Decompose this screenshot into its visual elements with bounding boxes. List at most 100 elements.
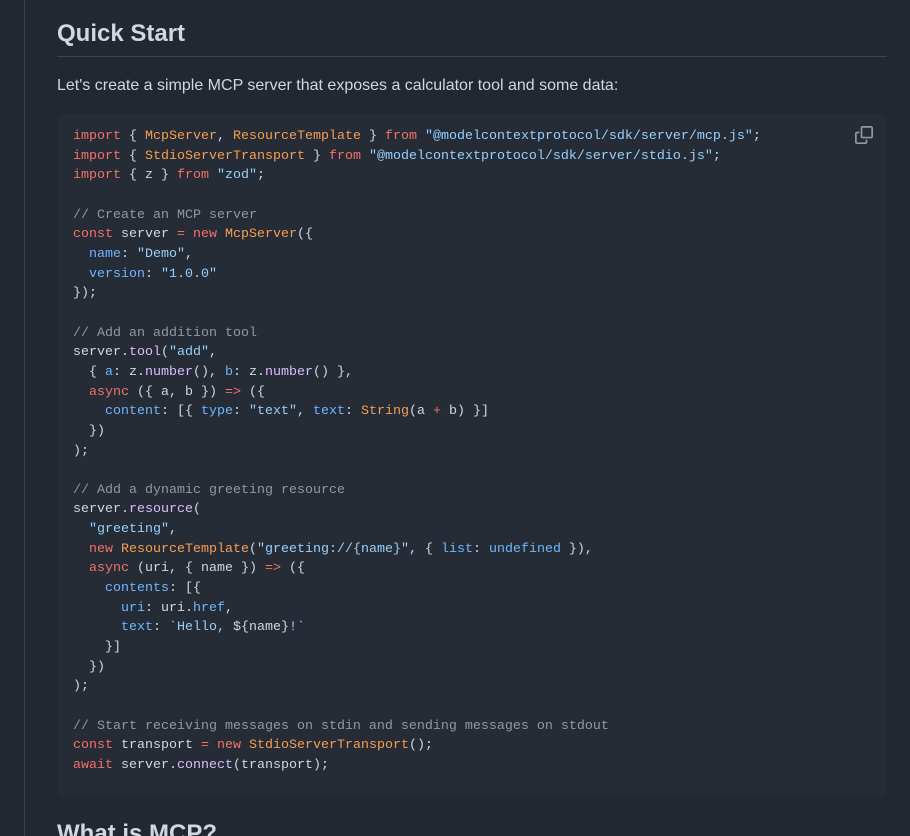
code-token-string: "add"	[169, 345, 209, 361]
copy-button[interactable]	[855, 126, 873, 144]
code-token-keyword: async	[89, 384, 129, 400]
code-token-const: type	[201, 404, 233, 420]
code-token-plain: (uri, { name })	[129, 561, 265, 577]
code-token-plain: ;	[752, 129, 761, 144]
code-token-keyword: import	[73, 168, 121, 184]
code-line: name: "Demo",	[73, 245, 761, 265]
code-token-plain: }	[304, 148, 329, 164]
code-line: });	[73, 284, 761, 304]
code-token-const: list	[440, 541, 473, 557]
code-line: uri: uri.href,	[73, 599, 761, 619]
code-token-plain: );	[73, 679, 89, 695]
code-line: // Start receiving messages on stdin and…	[73, 717, 761, 737]
code-token-entity: StdioServerTransport	[145, 148, 305, 164]
code-line: async ({ a, b }) => ({	[73, 383, 761, 403]
code-token-keyword: const	[73, 227, 113, 243]
next-section-title: What is MCP?	[57, 820, 217, 836]
code-line: version: "1.0.0"	[73, 265, 761, 285]
code-token-func: tool	[129, 345, 161, 361]
code-token-string: "greeting://{name}"	[256, 541, 409, 557]
code-token-func: connect	[177, 758, 233, 773]
code-line: server.tool("add",	[73, 343, 761, 363]
code-line: );	[73, 442, 761, 462]
code-token-plain: ,	[185, 246, 193, 262]
code-token-plain: : [{	[161, 404, 201, 420]
code-token-keyword: import	[73, 148, 121, 164]
code-token-string: "zod"	[217, 168, 257, 184]
code-token-plain: (),	[193, 364, 225, 380]
code-token-comment: // Add an addition tool	[73, 325, 257, 341]
code-token-entity: McpServer	[225, 227, 297, 243]
code-token-string: `Hello,	[169, 620, 233, 636]
code-block[interactable]: import { McpServer, ResourceTemplate } f…	[57, 114, 887, 796]
code-token-const: a	[105, 364, 113, 380]
code-token-const: content	[105, 404, 161, 420]
code-token-const: name	[89, 246, 121, 262]
code-token-plain: });	[73, 286, 97, 302]
code-token-func: number	[265, 364, 313, 380]
code-token-plain: :	[121, 246, 137, 262]
code-token-entity: StdioServerTransport	[248, 738, 409, 754]
code-line: import { StdioServerTransport } from "@m…	[73, 147, 761, 167]
code-token-string: "@modelcontextprotocol/sdk/server/stdio.…	[368, 148, 713, 164]
code-token-const: b	[225, 364, 233, 380]
code-line: import { McpServer, ResourceTemplate } f…	[73, 127, 761, 147]
code-token-plain: ,	[209, 345, 217, 361]
code-line: const transport = new StdioServerTranspo…	[73, 736, 761, 756]
code-token-plain: b) }]	[441, 404, 489, 420]
code-token-string: "1.0.0"	[161, 266, 217, 282]
code-token-plain: ;	[712, 148, 721, 164]
code-line: server.resource(	[73, 500, 761, 520]
code-token-plain: (	[248, 541, 257, 557]
code-token-keyword: const	[73, 738, 113, 754]
title-divider	[57, 56, 887, 57]
code-line: // Create an MCP server	[73, 206, 761, 226]
code-token-keyword: new	[193, 227, 217, 243]
code-token-plain: :	[145, 266, 161, 282]
code-token-plain: ${name}	[233, 620, 289, 636]
copy-icon	[855, 126, 873, 144]
code-token-const: undefined	[488, 541, 561, 557]
code-token-keyword: =	[177, 227, 185, 243]
code-line: { a: z.number(), b: z.number() },	[73, 363, 761, 383]
code-line: );	[73, 677, 761, 697]
code-token-plain: ({ a, b })	[129, 384, 225, 400]
code-line: "greeting",	[73, 520, 761, 540]
code-token-keyword: +	[433, 404, 441, 420]
code-token-plain: : z.	[113, 364, 145, 380]
code-token-plain: ({	[240, 384, 265, 400]
code-token-func: resource	[129, 502, 193, 518]
code-token-plain: server.	[73, 502, 129, 518]
code-token-func: number	[145, 364, 193, 380]
code-token-plain: { z }	[121, 168, 177, 184]
code-token-plain: (a	[409, 404, 433, 420]
code-token-string: "text"	[249, 404, 297, 420]
code-token-plain: :	[153, 620, 169, 636]
code-token-keyword: await	[73, 758, 113, 773]
code-token-plain: ({	[296, 227, 313, 243]
code-token-string: !`	[289, 620, 305, 636]
code-token-keyword: =	[200, 738, 209, 754]
code-token-plain: {	[121, 148, 145, 164]
code-token-const: version	[89, 266, 145, 282]
code-token-plain: transport	[113, 738, 201, 754]
code-token-plain: })	[73, 659, 105, 675]
code-token-keyword: =>	[264, 561, 281, 577]
left-border-line	[24, 0, 25, 836]
intro-paragraph: Let's create a simple MCP server that ex…	[57, 77, 619, 94]
code-token-plain: :	[472, 541, 489, 557]
code-token-plain: server.	[113, 758, 177, 773]
code-token-const: href	[193, 600, 225, 616]
code-line: // Add an addition tool	[73, 324, 761, 344]
code-token-keyword: from	[177, 168, 209, 184]
code-line: import { z } from "zod";	[73, 166, 761, 186]
code-token-plain: : uri.	[145, 600, 193, 616]
